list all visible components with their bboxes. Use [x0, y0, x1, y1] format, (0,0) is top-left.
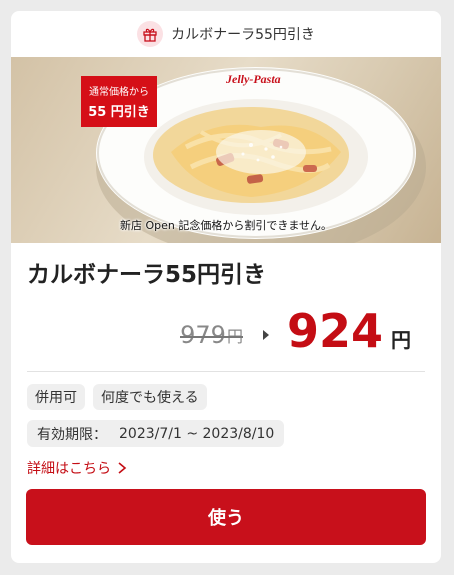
photo-note: 新店 Open 記念価格から割引できません。	[119, 219, 333, 232]
promo-tag-line2: 55 円引き	[88, 105, 150, 120]
condition-chips: 併用可 何度でも使える	[27, 384, 207, 410]
details-link-label: 詳細はこちら	[27, 461, 111, 477]
promo-tag: 通常価格から 55 円引き	[81, 76, 157, 127]
divider	[27, 371, 425, 372]
coupon-card: カルボナーラ55円引き Jelly-Pasta 通常価格から 55 円引き 新店…	[11, 11, 441, 563]
original-price-value: 979	[180, 321, 226, 349]
discount-price-value: 924	[286, 304, 383, 358]
validity-value: 2023/7/1 ~ 2023/8/10	[119, 425, 275, 442]
validity-label: 有効期限：	[37, 426, 107, 443]
chevron-right-icon	[118, 462, 127, 474]
details-link[interactable]: 詳細はこちら	[27, 458, 127, 478]
validity-period: 有効期限： 2023/7/1 ~ 2023/8/10	[27, 420, 285, 447]
use-button[interactable]: 使う	[26, 489, 426, 545]
original-price-unit: 円	[226, 327, 243, 346]
chip-reusable: 何度でも使える	[93, 384, 207, 410]
original-price: 979 円	[180, 321, 243, 349]
coupon-title: カルボナーラ55円引き	[27, 262, 267, 288]
gift-icon	[137, 21, 164, 47]
discount-price-unit: 円	[391, 328, 411, 352]
chip-combinable: 併用可	[27, 384, 85, 410]
arrow-right-icon	[262, 330, 269, 340]
product-photo: Jelly-Pasta 通常価格から 55 円引き 新店 Open 記念価格から…	[11, 57, 441, 243]
coupon-header: カルボナーラ55円引き	[11, 11, 441, 57]
plate-logo: Jelly-Pasta	[225, 72, 281, 86]
promo-tag-line1: 通常価格から	[89, 87, 149, 98]
header-title: カルボナーラ55円引き	[171, 27, 315, 43]
price-row: 979 円 924 円	[180, 307, 411, 355]
